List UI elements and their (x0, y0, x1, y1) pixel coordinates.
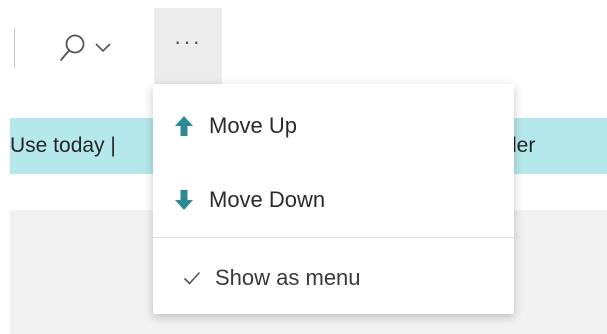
search-icon (58, 33, 86, 63)
arrow-down-icon (173, 189, 195, 211)
menu-item-label: Show as menu (215, 265, 361, 290)
menu-item-label: Move Down (209, 187, 326, 212)
search-button[interactable] (58, 28, 134, 68)
toolbar-divider (14, 28, 15, 68)
actions-dropdown-menu: Move Up Move Down Show as menu (153, 84, 514, 314)
more-options-button[interactable]: ··· (154, 8, 222, 84)
arrow-up-icon (173, 115, 195, 137)
chevron-down-icon (94, 42, 112, 54)
more-options-icon: ··· (174, 29, 202, 54)
menu-item-show-as-menu[interactable]: Show as menu (153, 248, 514, 308)
row-text-left: Use today | (10, 134, 116, 157)
menu-item-label: Move Up (209, 113, 298, 138)
menu-item-move-down[interactable]: Move Down (153, 170, 514, 230)
menu-divider (153, 237, 514, 238)
page: ··· Use today | der Move Up Move Down Sh… (0, 0, 607, 334)
menu-item-move-up[interactable]: Move Up (153, 96, 514, 156)
checkmark-icon (181, 271, 203, 285)
